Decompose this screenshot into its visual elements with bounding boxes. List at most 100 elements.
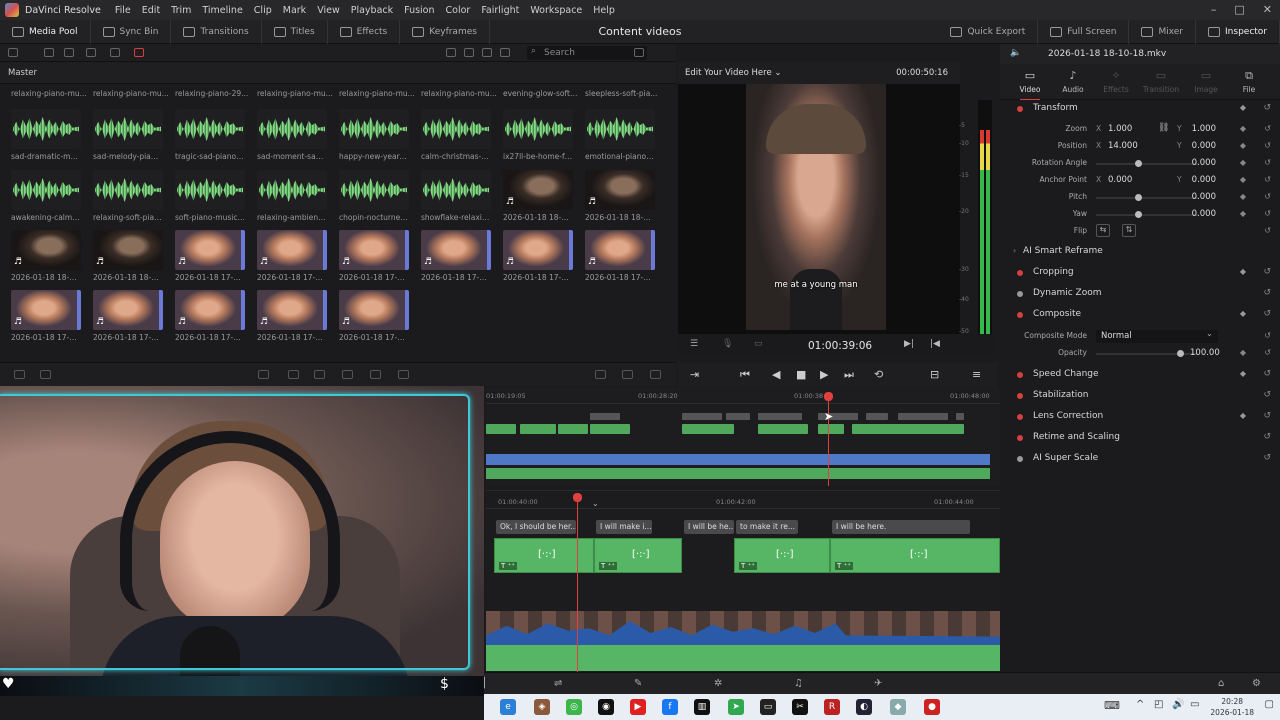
audio-clip-thumbnail[interactable]: ix27ll-be-home-fo... — [503, 109, 573, 164]
thumbnail-view-icon[interactable] — [446, 48, 456, 57]
rotation-slider-knob[interactable] — [1135, 160, 1142, 167]
tab-audio[interactable]: ♪ Audio — [1051, 69, 1095, 94]
reset-icon[interactable]: ↺ — [1263, 369, 1271, 379]
keyframe-icon[interactable]: ◆ — [1240, 141, 1246, 150]
menu-mark[interactable]: Mark — [283, 5, 306, 16]
yaw-slider-knob[interactable] — [1135, 211, 1142, 218]
cut-page-icon[interactable]: ⇌ — [554, 678, 562, 689]
video-clip-thumbnail[interactable]: ♬ 2026-01-18 17-32-... — [257, 290, 327, 345]
quick-export-button[interactable]: Quick Export — [938, 20, 1039, 44]
timeline-playhead[interactable] — [573, 493, 582, 673]
stabilization-section[interactable]: Stabilization ↺ — [1000, 387, 1280, 407]
opacity-slider-knob[interactable] — [1177, 350, 1184, 357]
audio-clip-thumbnail[interactable]: sad-moment-sad-... — [257, 109, 327, 164]
reset-icon[interactable]: ↺ — [1264, 175, 1271, 184]
ai-smart-reframe-section[interactable]: › AI Smart Reframe — [1000, 243, 1280, 263]
transform-section[interactable]: Transform ◆ ↺ — [1000, 100, 1280, 120]
overwrite-icon[interactable] — [288, 370, 299, 379]
reset-icon[interactable]: ↺ — [1264, 158, 1271, 167]
lens-correction-section[interactable]: Lens Correction ◆ ↺ — [1000, 408, 1280, 428]
home-icon[interactable]: ⌂ — [1218, 678, 1224, 689]
audio-clip-thumbnail[interactable]: awakening-calm-p... — [11, 170, 81, 225]
audio-clip-thumbnail[interactable]: showflake-relaxin... — [421, 170, 491, 225]
timeline-ruler[interactable]: 01:00:40:00 01:00:42:00 01:00:44:00 ⌄ — [486, 491, 1000, 509]
video-clip-thumbnail[interactable]: ♬ 2026-01-18 17-33-... — [175, 290, 245, 345]
replace-icon[interactable] — [314, 370, 325, 379]
sync-bin-button[interactable]: Sync Bin — [91, 19, 172, 44]
dynamic-zoom-enable-toggle[interactable] — [1017, 291, 1023, 297]
super-scale-enable-toggle[interactable] — [1017, 456, 1023, 462]
tab-effects[interactable]: ✧ Effects — [1094, 69, 1138, 94]
reset-icon[interactable]: ↺ — [1263, 309, 1271, 319]
keyboard-icon[interactable]: ⌨ — [1104, 699, 1120, 712]
subtitle-clip[interactable]: to make it re... — [736, 520, 798, 534]
video-clip-thumbnail[interactable]: ♬ 2026-01-18 18-12... — [93, 230, 163, 285]
keyframe-icon[interactable]: ◆ — [1240, 103, 1246, 112]
system-clock[interactable]: 20:28 2026-01-18 — [1210, 696, 1254, 718]
append-icon[interactable] — [398, 370, 409, 379]
keyframes-button[interactable]: Keyframes — [400, 19, 490, 44]
reset-icon[interactable]: ↺ — [1264, 226, 1271, 235]
menu-trim[interactable]: Trim — [171, 5, 191, 16]
reset-icon[interactable]: ↺ — [1263, 103, 1271, 113]
zoom-y-field[interactable]: 1.000 — [1190, 124, 1216, 134]
menu-workspace[interactable]: Workspace — [530, 5, 582, 16]
reset-icon[interactable]: ↺ — [1263, 432, 1271, 442]
reset-icon[interactable]: ↺ — [1264, 124, 1271, 133]
deliver-page-icon[interactable]: ✈ — [874, 678, 882, 689]
menu-fusion[interactable]: Fusion — [404, 5, 434, 16]
cropping-enable-toggle[interactable] — [1017, 270, 1023, 276]
tray-chevron-icon[interactable]: ^ — [1136, 699, 1144, 710]
video-clip[interactable]: [·:·] T ⁺⁺ — [734, 538, 830, 573]
video-clip-thumbnail[interactable]: ♬ 2026-01-18 17-34-... — [339, 290, 409, 345]
lens-correction-enable-toggle[interactable] — [1017, 414, 1023, 420]
yaw-slider[interactable] — [1096, 211, 1198, 218]
keyframe-icon[interactable]: ◆ — [1240, 267, 1246, 276]
menu-playback[interactable]: Playback — [351, 5, 393, 16]
pitch-field[interactable]: 0.000 — [1190, 192, 1216, 202]
keyframe-icon[interactable]: ◆ — [1240, 175, 1246, 184]
metadata-view-icon[interactable] — [500, 48, 510, 57]
audio-clip-thumbnail[interactable]: calm-christmas-pi... — [421, 109, 491, 164]
viewer-screen[interactable]: me at a young man — [678, 84, 960, 334]
app-icon-5[interactable]: ➤ — [728, 699, 744, 715]
grid-view-icon[interactable] — [464, 48, 474, 57]
reset-icon[interactable]: ↺ — [1263, 288, 1271, 298]
stabilization-enable-toggle[interactable] — [1017, 393, 1023, 399]
anchor-x-field[interactable]: 0.000 — [1108, 175, 1132, 185]
speaker-tray-icon[interactable]: 🔊 — [1172, 699, 1184, 710]
new-bin-icon[interactable] — [44, 48, 54, 57]
speaker-icon[interactable]: 🔈 — [1010, 48, 1021, 58]
tab-file[interactable]: ⧉ File — [1227, 69, 1271, 94]
subtitle-clip[interactable]: Ok, I should be her... — [496, 520, 576, 534]
opacity-slider[interactable] — [1096, 350, 1198, 357]
audio-scrub-icon[interactable]: 🎙 — [722, 339, 733, 349]
inspector-button[interactable]: Inspector — [1196, 20, 1280, 44]
edit-page-icon[interactable]: ✎ — [634, 678, 642, 689]
close-icon[interactable]: ✕ — [1263, 3, 1272, 16]
menu-view[interactable]: View — [317, 5, 340, 16]
list-view-icon[interactable] — [482, 48, 492, 57]
flip-horizontal-icon[interactable]: ⇆ — [1096, 224, 1110, 237]
rotation-slider[interactable] — [1096, 160, 1198, 167]
audio-track[interactable] — [486, 611, 1000, 671]
menu-edit[interactable]: Edit — [142, 5, 160, 16]
link-icon[interactable] — [86, 48, 96, 57]
keyframe-icon[interactable]: ◆ — [1240, 158, 1246, 167]
audio-clip-thumbnail[interactable]: relaxing-ambient-... — [257, 170, 327, 225]
keyframe-icon[interactable]: ◆ — [1240, 209, 1246, 218]
capcut-icon[interactable]: ✂ — [792, 699, 808, 715]
facebook-icon[interactable]: f — [662, 699, 678, 715]
settings-gear-icon[interactable]: ⚙ — [1252, 678, 1261, 689]
search-input[interactable]: Search — [527, 46, 647, 60]
position-y-field[interactable]: 0.000 — [1190, 141, 1216, 151]
video-clip-thumbnail[interactable]: ♬ 2026-01-18 17-14-... — [93, 290, 163, 345]
overview-playhead[interactable] — [824, 392, 833, 486]
composite-mode-select[interactable]: Normal — [1096, 328, 1218, 343]
position-x-field[interactable]: 14.000 — [1108, 141, 1138, 151]
reset-icon[interactable]: ↺ — [1263, 411, 1271, 421]
video-clip-thumbnail[interactable]: ♬ 2026-01-18 18-05... — [503, 170, 573, 225]
terminal-icon[interactable]: ▭ — [760, 699, 776, 715]
select-tool-icon[interactable] — [14, 370, 25, 379]
mixer-button[interactable]: Mixer — [1129, 20, 1197, 44]
